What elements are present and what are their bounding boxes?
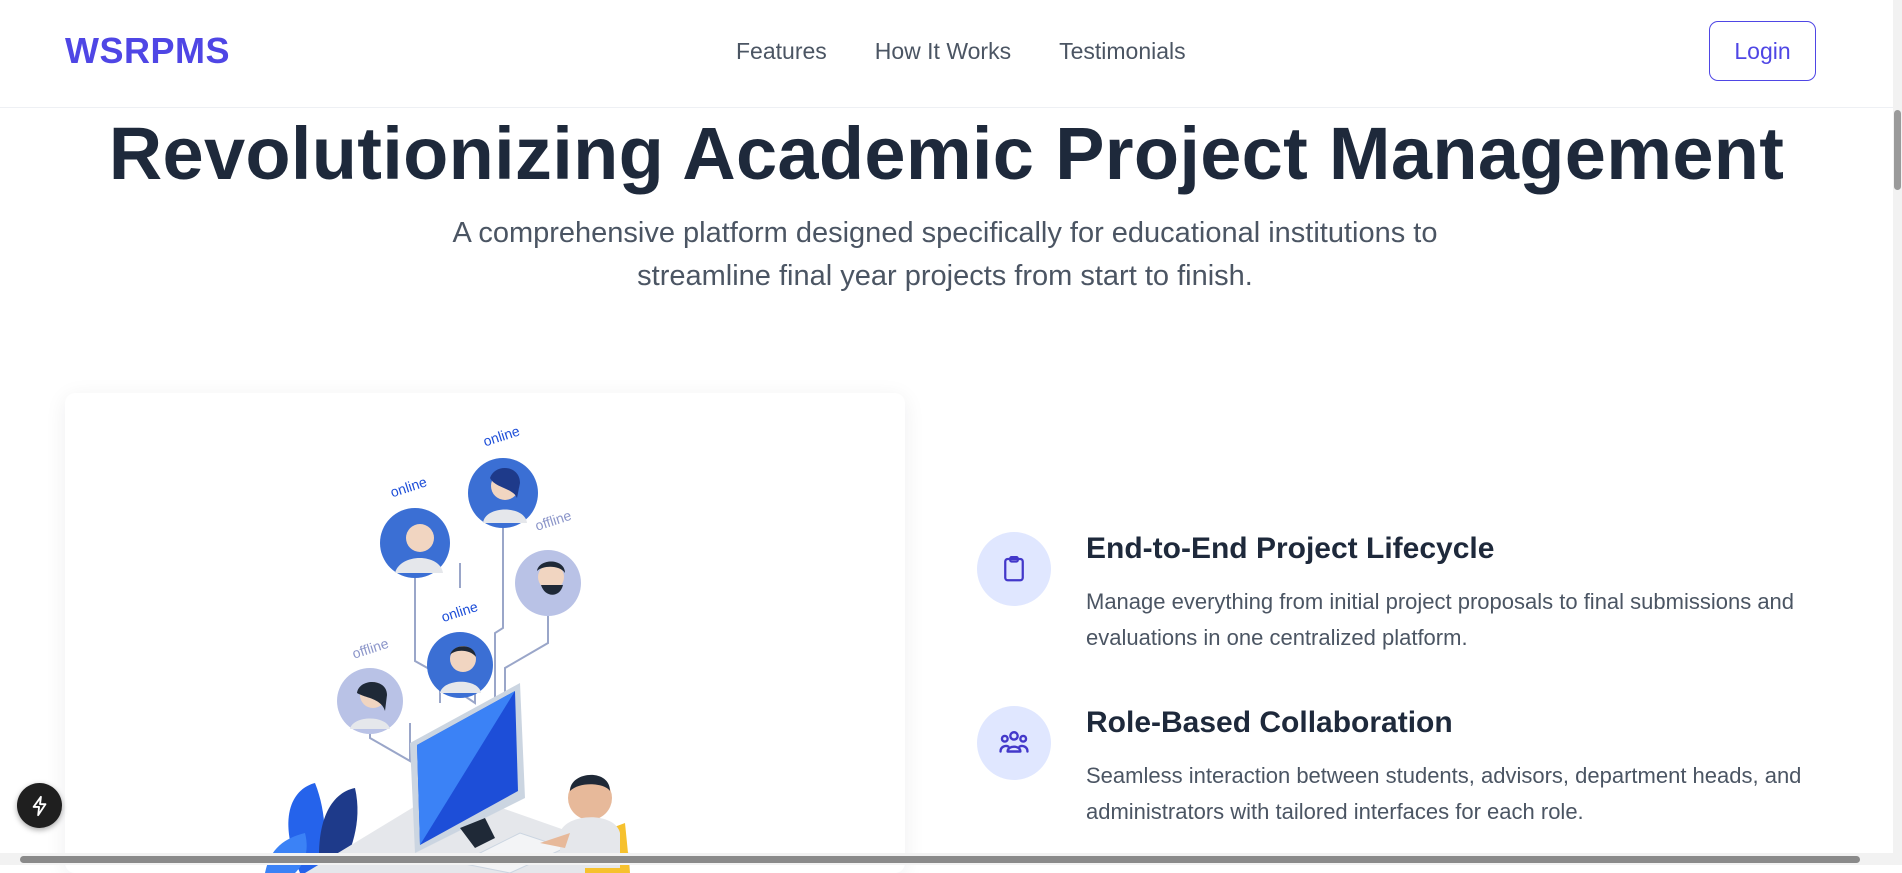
network-of-users-illustration: online online offline online offline (265, 422, 630, 873)
scrollbar-thumb[interactable] (1894, 110, 1901, 190)
top-navbar: WSRPMS Features How It Works Testimonial… (0, 0, 1893, 108)
illustration-card: online online offline online offline (65, 393, 905, 873)
status-label-offline: offline (533, 507, 573, 534)
horizontal-scrollbar[interactable] (0, 853, 1902, 865)
scrollbar-thumb[interactable] (20, 856, 1860, 863)
clipboard-icon (977, 532, 1051, 606)
status-label-offline: offline (350, 635, 390, 662)
feature-description: Seamless interaction between students, a… (1086, 763, 1802, 824)
main-nav: Features How It Works Testimonials (736, 38, 1186, 65)
nav-link-testimonials[interactable]: Testimonials (1059, 38, 1186, 65)
feature-description: Manage everything from initial project p… (1086, 589, 1795, 650)
vertical-scrollbar[interactable] (1893, 0, 1902, 853)
users-group-icon (977, 706, 1051, 780)
brand-logo[interactable]: WSRPMS (65, 30, 230, 72)
nav-link-features[interactable]: Features (736, 38, 827, 65)
hero-subtitle: A comprehensive platform designed specif… (452, 217, 1438, 292)
lightning-icon[interactable] (17, 783, 62, 828)
feature-title: End-to-End Project Lifecycle (1086, 532, 1495, 565)
status-label-online: online (481, 422, 522, 449)
hero-title: Revolutionizing Academic Project Managem… (108, 112, 1785, 195)
feature-title: Role-Based Collaboration (1086, 706, 1453, 739)
login-button[interactable]: Login (1709, 21, 1816, 81)
status-label-online: online (388, 473, 429, 500)
status-label-online: online (439, 598, 480, 625)
nav-link-how-it-works[interactable]: How It Works (875, 38, 1011, 65)
